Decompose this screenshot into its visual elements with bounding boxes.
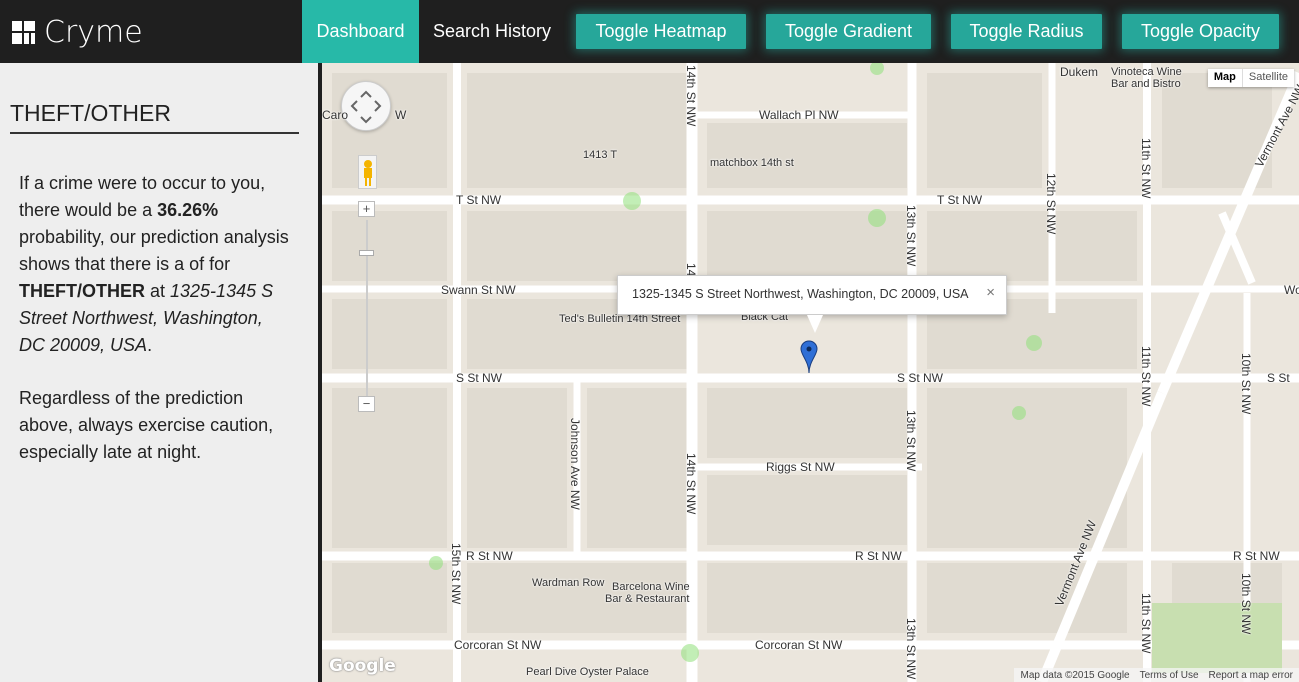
map-type-control: Map Satellite xyxy=(1207,69,1294,87)
map-label: 1413 T xyxy=(583,149,618,161)
map-label: R St NW xyxy=(855,549,902,563)
prediction-text-2: probability, our prediction analysis sho… xyxy=(19,227,289,274)
info-window-tail xyxy=(807,315,823,333)
pan-control[interactable] xyxy=(341,81,391,131)
map-type-map[interactable]: Map xyxy=(1208,69,1243,87)
brand[interactable]: Cryme xyxy=(12,12,143,52)
map-label: 11th St NW xyxy=(1139,138,1153,199)
zoom-out-button[interactable]: − xyxy=(358,396,375,412)
map-label: 10th St NW xyxy=(1239,353,1253,415)
map-label: 14th St NW xyxy=(684,65,698,127)
close-icon[interactable]: × xyxy=(986,284,995,301)
map-label: 13th St NW xyxy=(904,205,918,267)
pan-arrows-icon xyxy=(350,90,382,124)
info-window-address: 1325-1345 S Street Northwest, Washington… xyxy=(632,287,969,301)
map-label: S St NW xyxy=(897,371,944,385)
zoom-in-button[interactable]: + xyxy=(358,201,375,217)
map-label: 10th St NW xyxy=(1239,573,1253,635)
toggle-gradient-button[interactable]: Toggle Gradient xyxy=(766,14,931,49)
map-label: Barcelona Wine xyxy=(612,581,690,593)
map-label: S St NW xyxy=(456,371,503,385)
map-label: Dukem xyxy=(1060,65,1099,79)
map-label: 11th St NW xyxy=(1139,593,1153,654)
map-label: Swann St NW xyxy=(441,283,516,297)
map-label: Corcoran St NW xyxy=(454,638,542,652)
map-label: Pearl Dive Oyster Palace xyxy=(526,666,649,678)
map-label: Bar & Restaurant xyxy=(605,593,690,605)
nav-dashboard[interactable]: Dashboard xyxy=(302,0,419,63)
crime-type: THEFT/OTHER xyxy=(19,281,145,301)
crime-title: THEFT/OTHER xyxy=(10,100,299,134)
map-label: Wo xyxy=(1284,283,1299,297)
map-label: 11th St NW xyxy=(1139,346,1153,407)
map-label: Bar and Bistro xyxy=(1111,78,1181,90)
zoom-slider-knob[interactable] xyxy=(359,250,374,256)
map-label: matchbox 14th st xyxy=(710,157,794,169)
location-pin-icon[interactable] xyxy=(800,340,818,374)
zoom-slider-track[interactable] xyxy=(366,220,368,403)
caution-note: Regardless of the prediction above, alwa… xyxy=(19,388,274,462)
prediction-text-4: . xyxy=(147,335,153,355)
map-label: T St NW xyxy=(456,193,502,207)
map-label: 13th St NW xyxy=(904,618,918,680)
map-label: Caro xyxy=(322,108,349,122)
map-label: Johnson Ave NW xyxy=(568,418,582,510)
street-view-pegman-icon[interactable] xyxy=(358,155,377,189)
map-label: Vinoteca Wine xyxy=(1111,66,1182,78)
info-window: 1325-1345 S Street Northwest, Washington… xyxy=(617,275,1007,333)
map-label: Wardman Row xyxy=(532,577,605,589)
map-label: Wallach Pl NW xyxy=(759,108,839,122)
map-label: 15th St NW xyxy=(449,543,463,605)
toggle-opacity-button[interactable]: Toggle Opacity xyxy=(1122,14,1279,49)
map-canvas[interactable]: Map Satellite + − Dukem Vinoteca Wine Ba… xyxy=(322,63,1299,682)
probability-value: 36.26% xyxy=(157,200,219,220)
map-label: R St NW xyxy=(1233,549,1280,563)
map-label: T St NW xyxy=(937,193,983,207)
map-label: Corcoran St NW xyxy=(755,638,843,652)
map-label: 12th St NW xyxy=(1044,173,1058,235)
map-label: W xyxy=(395,108,407,122)
nav-search-history[interactable]: Search History xyxy=(421,0,563,63)
terms-link[interactable]: Terms of Use xyxy=(1140,670,1199,681)
sidebar: THEFT/OTHER If a crime were to occur to … xyxy=(0,63,318,682)
report-error-link[interactable]: Report a map error xyxy=(1209,670,1293,681)
grid-logo-icon xyxy=(12,20,35,44)
map-label: 14th St NW xyxy=(684,453,698,515)
map-label: R St NW xyxy=(466,549,513,563)
app-name: Cryme xyxy=(44,14,143,50)
map-label: Riggs St NW xyxy=(766,460,835,474)
prediction-text-3: at xyxy=(145,281,171,301)
map-attribution: Map data ©2015 Google Terms of Use Repor… xyxy=(1014,668,1299,682)
google-logo: Google xyxy=(329,656,396,676)
map-label: 13th St NW xyxy=(904,410,918,472)
toggle-radius-button[interactable]: Toggle Radius xyxy=(951,14,1102,49)
map-type-satellite[interactable]: Satellite xyxy=(1243,69,1294,87)
top-navbar: Cryme Dashboard Search History Toggle He… xyxy=(0,0,1299,63)
map-data-attribution: Map data ©2015 Google xyxy=(1020,669,1130,681)
toggle-heatmap-button[interactable]: Toggle Heatmap xyxy=(576,14,746,49)
prediction-text-1: If a crime were to occur to you, there w… xyxy=(19,173,266,220)
map-label: S St xyxy=(1267,371,1290,385)
prediction-text: If a crime were to occur to you, there w… xyxy=(19,170,289,359)
